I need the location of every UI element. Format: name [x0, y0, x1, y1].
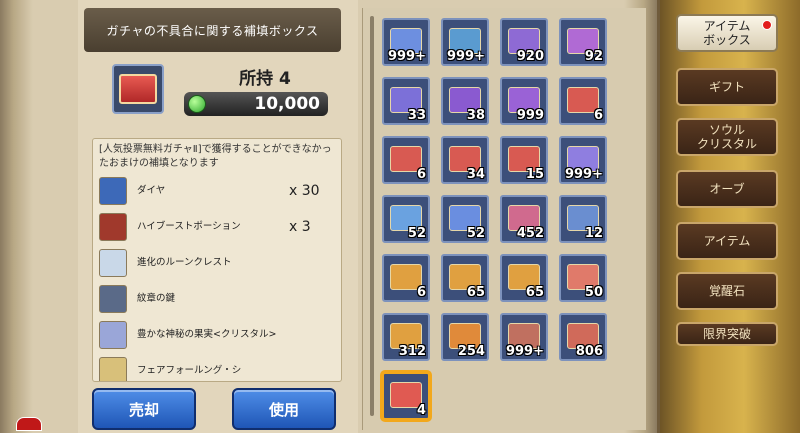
tab-label: ギフト — [708, 80, 745, 94]
item-count: 65 — [466, 285, 485, 300]
item-slot[interactable]: 6 — [559, 77, 607, 125]
item-slot[interactable]: 806 — [559, 313, 607, 361]
item-slot[interactable]: 12 — [559, 195, 607, 243]
tab-2[interactable]: ソウル クリスタル — [676, 118, 778, 156]
fruit-icon — [99, 321, 127, 349]
item-count: 6 — [593, 108, 603, 123]
item-count: 452 — [516, 226, 544, 241]
item-slot[interactable]: 452 — [500, 195, 548, 243]
tab-3[interactable]: オーブ — [676, 170, 778, 208]
description-box[interactable]: [人気投票無料ガチャⅡ]で獲得することができなかったおまけの補填となります ダイ… — [92, 138, 342, 382]
item-slot[interactable]: 33 — [382, 77, 430, 125]
description-text: [人気投票無料ガチャⅡ]で獲得することができなかったおまけの補填となります — [99, 144, 332, 169]
use-button[interactable]: 使用 — [232, 388, 336, 430]
crest-icon — [99, 249, 127, 277]
tab-label: ソウル クリスタル — [696, 123, 757, 151]
item-slot[interactable]: 38 — [441, 77, 489, 125]
item-count: 312 — [398, 344, 426, 359]
notification-icon[interactable] — [16, 417, 42, 431]
tab-label: アイテム — [703, 234, 751, 248]
item-count: 806 — [575, 344, 603, 359]
item-slot[interactable]: 999+ — [441, 18, 489, 66]
item-count: 999+ — [387, 49, 426, 64]
tab-0[interactable]: アイテム ボックス — [676, 14, 778, 52]
item-count: 920 — [516, 49, 544, 64]
tab-6[interactable]: 限界突破 — [676, 322, 778, 346]
item-count: 33 — [407, 108, 426, 123]
item-slot[interactable]: 254 — [441, 313, 489, 361]
item-slot[interactable]: 65 — [441, 254, 489, 302]
item-slot[interactable]: 52 — [441, 195, 489, 243]
item-title: ガチャの不具合に関する補填ボックス — [84, 8, 341, 52]
item-slot[interactable]: 4 — [382, 372, 430, 420]
diamond-icon — [99, 177, 127, 205]
tab-label: アイテム ボックス — [703, 19, 751, 47]
tab-label: 覚醒石 — [708, 284, 745, 298]
item-count: 4 — [416, 403, 426, 418]
item-slot[interactable]: 52 — [382, 195, 430, 243]
item-slot[interactable]: 65 — [500, 254, 548, 302]
item-slot[interactable]: 999+ — [559, 136, 607, 184]
item-count: 999+ — [564, 167, 603, 182]
item-slot[interactable]: 920 — [500, 18, 548, 66]
selected-item-icon — [112, 64, 164, 114]
item-count: 999+ — [446, 49, 485, 64]
tab-5[interactable]: 覚醒石 — [676, 272, 778, 310]
item-count: 6 — [416, 167, 426, 182]
gem-counter: 10,000 — [184, 92, 328, 116]
item-slot[interactable]: 6 — [382, 254, 430, 302]
reward-row: フェアフォールング・シ — [99, 353, 339, 381]
tab-1[interactable]: ギフト — [676, 68, 778, 106]
item-count: 92 — [584, 49, 603, 64]
category-sidebar — [660, 0, 800, 433]
item-slot[interactable]: 50 — [559, 254, 607, 302]
item-slot[interactable]: 999+ — [382, 18, 430, 66]
tab-label: 限界突破 — [702, 327, 751, 341]
item-count: 38 — [466, 108, 485, 123]
item-slot[interactable]: 34 — [441, 136, 489, 184]
item-slot[interactable]: 999 — [500, 77, 548, 125]
item-count: 999+ — [505, 344, 544, 359]
item-count: 12 — [584, 226, 603, 241]
item-slot[interactable]: 6 — [382, 136, 430, 184]
reward-row: 進化のルーンクレスト — [99, 245, 339, 281]
tab-4[interactable]: アイテム — [676, 222, 778, 260]
reward-row: 豊かな神秘の果実<クリスタル> — [99, 317, 339, 353]
ring-icon — [99, 357, 127, 381]
badge-dot — [762, 20, 772, 30]
item-slot[interactable]: 999+ — [500, 313, 548, 361]
item-slot[interactable]: 15 — [500, 136, 548, 184]
item-count: 34 — [466, 167, 485, 182]
owned-count: 所持 4 — [239, 69, 291, 89]
item-count: 50 — [584, 285, 603, 300]
tab-label: オーブ — [709, 182, 745, 196]
item-count: 999 — [516, 108, 544, 123]
item-slot[interactable]: 312 — [382, 313, 430, 361]
item-count: 52 — [407, 226, 426, 241]
key-icon — [99, 285, 127, 313]
reward-row: ダイヤ x 30 — [99, 173, 339, 209]
sell-button[interactable]: 売却 — [92, 388, 196, 430]
reward-row: 紋章の鍵 — [99, 281, 339, 317]
item-count: 65 — [525, 285, 544, 300]
item-count: 254 — [457, 344, 485, 359]
potion-icon — [99, 213, 127, 241]
item-count: 15 — [525, 167, 544, 182]
scrollbar[interactable] — [370, 16, 374, 416]
item-grid: 999+ 999+ 920 92 33 38 999 6 6 34 15 999+ 52 52 452 12 6… — [380, 18, 640, 420]
item-count: 6 — [416, 285, 426, 300]
gem-count: 10,000 — [254, 94, 320, 114]
item-count: 52 — [466, 226, 485, 241]
item-slot[interactable]: 92 — [559, 18, 607, 66]
reward-row: ハイブーストポーション x 3 — [99, 209, 339, 245]
gem-icon — [188, 95, 206, 113]
